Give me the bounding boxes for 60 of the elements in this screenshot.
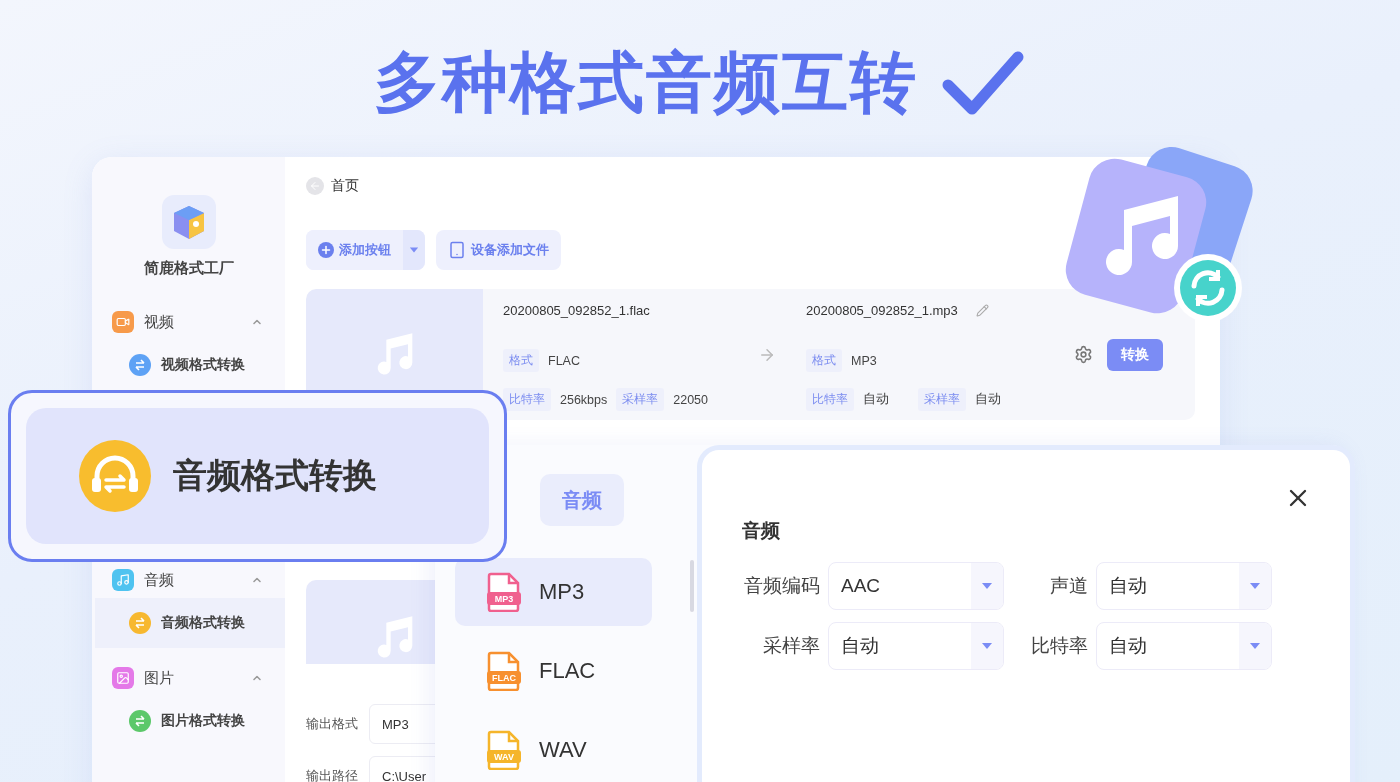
property-tag: 格式 xyxy=(503,349,539,372)
property-tag: 比特率 xyxy=(503,388,551,411)
source-file-name: 20200805_092852_1.flac xyxy=(503,302,650,318)
setting-label: 音频编码 xyxy=(743,574,821,598)
app-name: 简鹿格式工厂 xyxy=(143,259,234,278)
setting-select[interactable]: 自动 xyxy=(1096,622,1272,670)
video-camera-icon xyxy=(112,311,134,333)
target-file-name: 20200805_092852_1.mp3 xyxy=(806,302,958,318)
sidebar-item[interactable]: 音频格式转换 xyxy=(95,598,285,648)
sidebar-item[interactable]: 视频格式转换 xyxy=(95,340,285,390)
property-value: MP3 xyxy=(851,353,878,368)
plus-icon xyxy=(318,242,334,258)
setting-select[interactable]: 自动 xyxy=(1096,562,1272,610)
property-tag: 格式 xyxy=(806,349,842,372)
file-type-icon: FLAC xyxy=(487,651,521,691)
headphones-icon xyxy=(79,440,151,512)
property-value: 自动 xyxy=(863,391,890,408)
property-value: FLAC xyxy=(548,353,581,368)
app-logo xyxy=(161,195,216,249)
convert-icon xyxy=(129,354,151,376)
dropdown-caret-icon xyxy=(1249,642,1261,650)
setting-select[interactable]: 自动 xyxy=(828,622,1004,670)
sidebar-group[interactable]: 图片 xyxy=(92,660,285,696)
sidebar-group[interactable]: 视频 xyxy=(92,304,285,340)
setting-label: 采样率 xyxy=(762,634,821,658)
convert-icon xyxy=(129,612,151,634)
format-option[interactable]: MP3 MP3 xyxy=(455,558,652,626)
sidebar-item[interactable]: 图片格式转换 xyxy=(95,696,285,746)
setting-label: 声道 xyxy=(1049,574,1089,598)
headline: 多种格式音频互转 xyxy=(374,44,918,121)
breadcrumb[interactable]: 首页 xyxy=(331,177,359,195)
property-tag: 采样率 xyxy=(616,388,665,411)
setting-label: 比特率 xyxy=(1030,634,1089,658)
dropdown-caret-icon xyxy=(981,582,993,590)
sidebar-group[interactable]: 音频 xyxy=(92,562,285,598)
property-value: 自动 xyxy=(975,391,1002,408)
convert-icon xyxy=(129,710,151,732)
property-value: 22050 xyxy=(673,392,710,407)
setting-select[interactable]: AAC xyxy=(828,562,1004,610)
dropdown-caret-icon xyxy=(409,246,419,254)
file-type-icon: MP3 xyxy=(487,572,521,612)
property-value: 256kbps xyxy=(560,392,608,407)
back-icon[interactable] xyxy=(306,177,324,195)
dropdown-caret-icon xyxy=(981,642,993,650)
dropdown-caret-icon xyxy=(1249,582,1261,590)
edit-icon[interactable] xyxy=(975,303,989,317)
property-tag: 比特率 xyxy=(806,388,854,411)
tablet-icon xyxy=(448,241,466,259)
file-type-icon: WAV xyxy=(487,730,521,770)
section-title: 音频 xyxy=(742,519,781,543)
output-label: 输出格式 xyxy=(306,715,358,733)
output-label: 输出路径 xyxy=(306,767,358,782)
image-icon xyxy=(112,667,134,689)
settings-icon[interactable] xyxy=(1074,345,1093,364)
format-option[interactable]: WAV WAV xyxy=(455,716,652,782)
music-note-icon xyxy=(112,569,134,591)
dropdown-button[interactable] xyxy=(403,230,425,270)
callout-label: 音频格式转换 xyxy=(173,455,377,496)
property-tag: 采样率 xyxy=(918,388,966,411)
format-option[interactable]: FLAC FLAC xyxy=(455,637,652,705)
